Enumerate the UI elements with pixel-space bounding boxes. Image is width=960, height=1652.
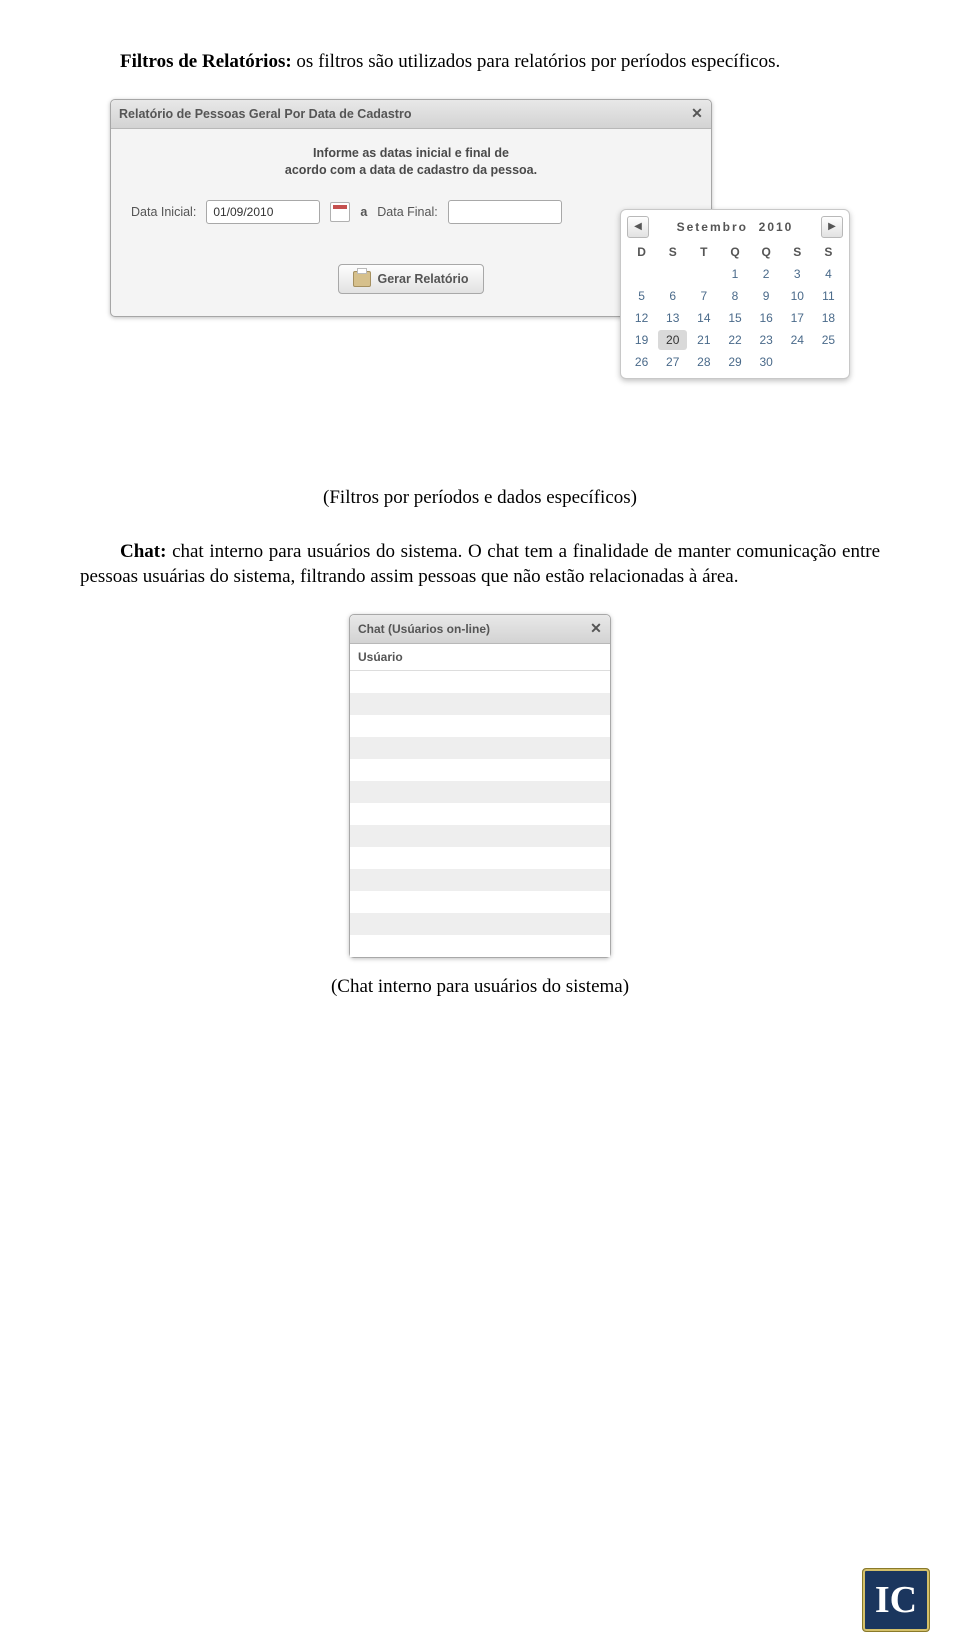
calendar-next-button[interactable]: ▶ bbox=[821, 216, 843, 238]
chat-row[interactable] bbox=[350, 759, 610, 781]
label-data-inicial: Data Inicial: bbox=[131, 205, 196, 219]
calendar-day[interactable]: 9 bbox=[752, 286, 781, 306]
calendar-blank bbox=[627, 264, 656, 284]
calendar-day[interactable]: 18 bbox=[814, 308, 843, 328]
gerar-relatorio-label: Gerar Relatório bbox=[377, 272, 468, 286]
chat-row[interactable] bbox=[350, 715, 610, 737]
input-data-inicial[interactable] bbox=[206, 200, 320, 224]
calendar-day[interactable]: 10 bbox=[783, 286, 812, 306]
chat-column-header: Usúario bbox=[350, 644, 610, 671]
dialog1-title: Relatório de Pessoas Geral Por Data de C… bbox=[119, 107, 411, 121]
calendar-day[interactable]: 17 bbox=[783, 308, 812, 328]
chat-row[interactable] bbox=[350, 737, 610, 759]
calendar-dow: Q bbox=[752, 242, 781, 262]
dialog1-help: Informe as datas inicial e final de acor… bbox=[131, 145, 691, 180]
calendar-dow: S bbox=[658, 242, 687, 262]
calendar-day[interactable]: 3 bbox=[783, 264, 812, 284]
gerar-relatorio-button[interactable]: Gerar Relatório bbox=[338, 264, 483, 294]
calendar-day[interactable]: 29 bbox=[720, 352, 749, 372]
p1-rest: os filtros são utilizados para relatório… bbox=[292, 51, 781, 72]
paragraph-filtros: Filtros de Relatórios: os filtros são ut… bbox=[80, 49, 880, 75]
calendar-dow: S bbox=[814, 242, 843, 262]
chat-row[interactable] bbox=[350, 825, 610, 847]
calendar-dow: Q bbox=[720, 242, 749, 262]
ic-logo: IC bbox=[862, 1568, 930, 1632]
chat-row[interactable] bbox=[350, 891, 610, 913]
chat-row[interactable] bbox=[350, 693, 610, 715]
print-icon bbox=[353, 271, 371, 287]
dialog1-titlebar[interactable]: Relatório de Pessoas Geral Por Data de C… bbox=[111, 100, 711, 129]
chat-row[interactable] bbox=[350, 913, 610, 935]
chat-user-list bbox=[350, 671, 610, 957]
p2-rest: chat interno para usuários do sistema. O… bbox=[80, 541, 880, 588]
chat-row[interactable] bbox=[350, 671, 610, 693]
calendar-dow: T bbox=[689, 242, 718, 262]
calendar-day[interactable]: 11 bbox=[814, 286, 843, 306]
calendar-day[interactable]: 12 bbox=[627, 308, 656, 328]
chat-row[interactable] bbox=[350, 935, 610, 957]
caption-2: (Chat interno para usuários do sistema) bbox=[80, 976, 880, 998]
calendar-day[interactable]: 26 bbox=[627, 352, 656, 372]
calendar-day[interactable]: 16 bbox=[752, 308, 781, 328]
calendar-day[interactable]: 23 bbox=[752, 330, 781, 350]
dialog2-titlebar[interactable]: Chat (Usúarios on-line) ✕ bbox=[350, 615, 610, 644]
calendar-day[interactable]: 14 bbox=[689, 308, 718, 328]
calendar-blank bbox=[689, 264, 718, 284]
close-icon[interactable]: ✕ bbox=[689, 106, 705, 122]
chat-row[interactable] bbox=[350, 869, 610, 891]
calendar-icon[interactable] bbox=[330, 202, 350, 222]
calendar-day[interactable]: 5 bbox=[627, 286, 656, 306]
calendar-dow: S bbox=[783, 242, 812, 262]
input-data-final[interactable] bbox=[448, 200, 562, 224]
calendar-day[interactable]: 19 bbox=[627, 330, 656, 350]
calendar-day[interactable]: 4 bbox=[814, 264, 843, 284]
calendar-day[interactable]: 6 bbox=[658, 286, 687, 306]
chat-row[interactable] bbox=[350, 781, 610, 803]
calendar-day[interactable]: 7 bbox=[689, 286, 718, 306]
chat-row[interactable] bbox=[350, 803, 610, 825]
calendar-title: Setembro 2010 bbox=[677, 220, 794, 234]
calendar-dow: D bbox=[627, 242, 656, 262]
date-separator: a bbox=[360, 205, 367, 219]
chat-row[interactable] bbox=[350, 847, 610, 869]
p2-lead: Chat: bbox=[120, 541, 166, 562]
calendar-day[interactable]: 30 bbox=[752, 352, 781, 372]
chat-dialog: Chat (Usúarios on-line) ✕ Usúario bbox=[349, 614, 611, 958]
close-icon[interactable]: ✕ bbox=[588, 621, 604, 637]
dialog2-title: Chat (Usúarios on-line) bbox=[358, 622, 490, 636]
calendar-day[interactable]: 28 bbox=[689, 352, 718, 372]
label-data-final: Data Final: bbox=[377, 205, 437, 219]
calendar-grid: DSTQQSS123456789101112131415161718192021… bbox=[627, 242, 843, 372]
dialog1-container: Relatório de Pessoas Geral Por Data de C… bbox=[110, 99, 850, 469]
calendar-blank bbox=[658, 264, 687, 284]
calendar-popup: ◀ Setembro 2010 ▶ DSTQQSS123456789101112… bbox=[620, 209, 850, 379]
calendar-day[interactable]: 22 bbox=[720, 330, 749, 350]
date-form-row: Data Inicial: a Data Final: bbox=[131, 200, 691, 224]
calendar-prev-button[interactable]: ◀ bbox=[627, 216, 649, 238]
calendar-header: ◀ Setembro 2010 ▶ bbox=[627, 216, 843, 238]
calendar-day[interactable]: 25 bbox=[814, 330, 843, 350]
paragraph-chat: Chat: chat interno para usuários do sist… bbox=[80, 539, 880, 590]
p1-lead: Filtros de Relatórios: bbox=[120, 51, 292, 72]
calendar-day[interactable]: 2 bbox=[752, 264, 781, 284]
calendar-day[interactable]: 21 bbox=[689, 330, 718, 350]
calendar-day[interactable]: 27 bbox=[658, 352, 687, 372]
caption-1: (Filtros por períodos e dados específico… bbox=[80, 487, 880, 509]
calendar-day[interactable]: 13 bbox=[658, 308, 687, 328]
calendar-day[interactable]: 15 bbox=[720, 308, 749, 328]
calendar-day[interactable]: 24 bbox=[783, 330, 812, 350]
calendar-day[interactable]: 20 bbox=[658, 330, 687, 350]
calendar-day[interactable]: 8 bbox=[720, 286, 749, 306]
calendar-day[interactable]: 1 bbox=[720, 264, 749, 284]
